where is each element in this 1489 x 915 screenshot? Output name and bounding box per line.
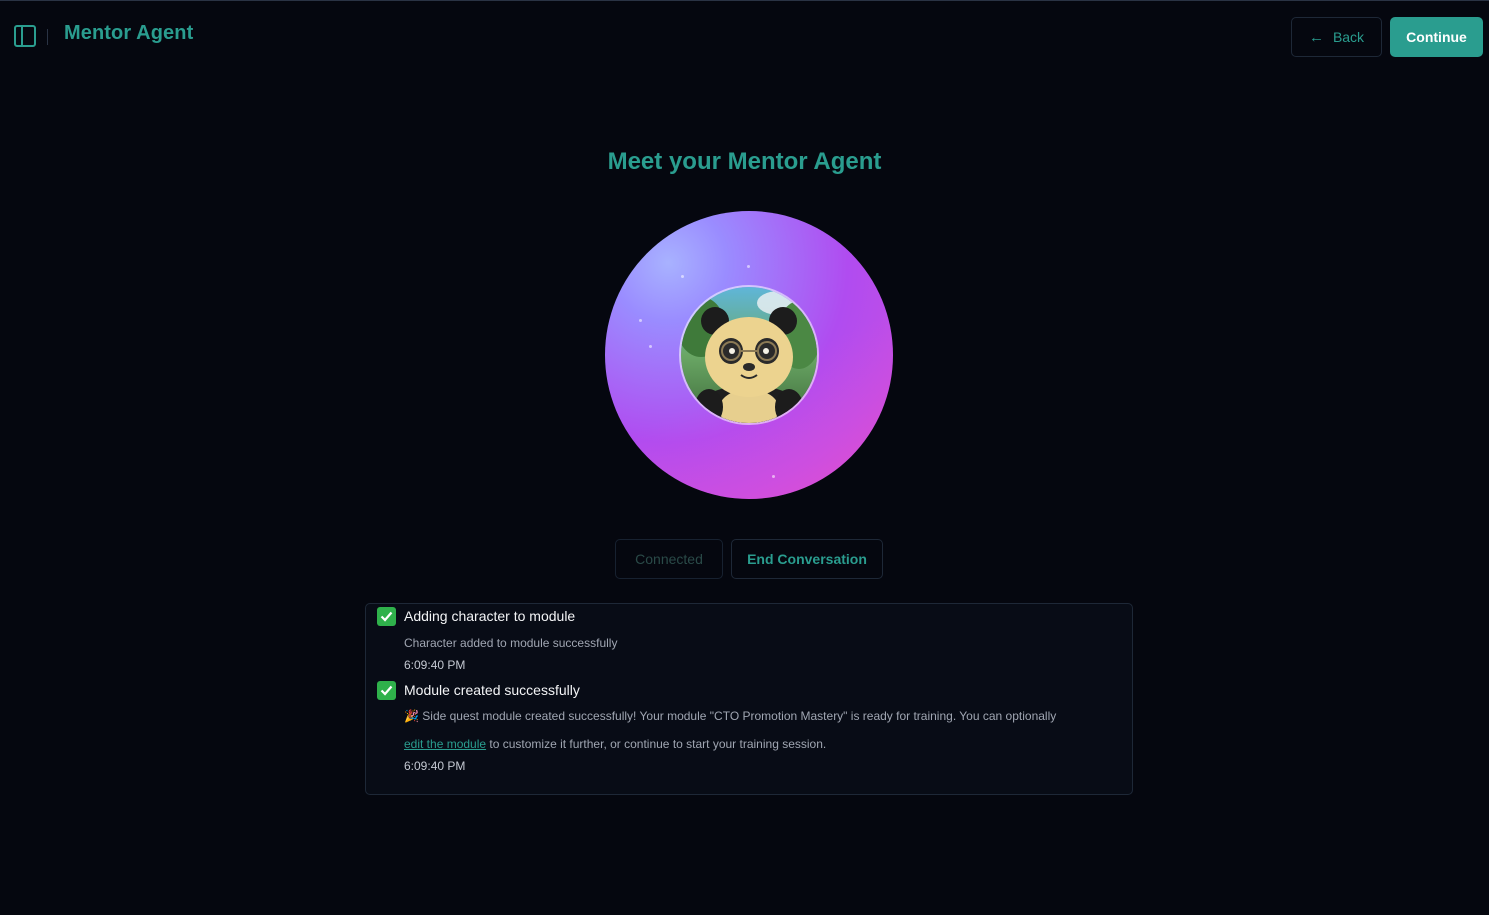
sparkle xyxy=(681,275,684,278)
app-title: Mentor Agent xyxy=(64,22,194,44)
activity-log: Adding character to module Character add… xyxy=(365,603,1133,795)
check-icon xyxy=(377,681,396,700)
sidebar-toggle-icon[interactable] xyxy=(14,25,36,47)
sparkle xyxy=(772,475,775,478)
check-icon xyxy=(377,607,396,626)
log-entry-title: Module created successfully xyxy=(404,682,580,698)
sparkle xyxy=(747,265,750,268)
log-entry-detail: Character added to module successfully xyxy=(404,636,618,650)
log-entry-time: 6:09:40 PM xyxy=(404,658,466,672)
header: Mentor Agent ← Back Continue xyxy=(0,1,1489,71)
agent-avatar xyxy=(679,285,819,425)
arrow-left-icon: ← xyxy=(1308,28,1324,46)
panda-portrait xyxy=(681,287,817,423)
continue-button[interactable]: Continue xyxy=(1390,17,1483,57)
edit-module-link[interactable]: edit the module xyxy=(404,737,486,751)
connected-status-button: Connected xyxy=(615,539,723,579)
end-conversation-button[interactable]: End Conversation xyxy=(731,539,883,579)
header-divider xyxy=(47,29,48,45)
back-button-label: Back xyxy=(1332,29,1365,45)
back-button[interactable]: ← Back xyxy=(1291,17,1382,57)
log-entry-detail-tail: to customize it further, or continue to … xyxy=(486,737,827,751)
log-entry-time: 6:09:40 PM xyxy=(404,759,466,773)
log-entry-detail-continued: edit the module to customize it further,… xyxy=(404,737,826,751)
log-entry-detail: 🎉 Side quest module created successfully… xyxy=(404,709,1057,723)
conversation-controls: Connected End Conversation xyxy=(615,539,883,579)
sparkle xyxy=(649,345,652,348)
log-entry-title: Adding character to module xyxy=(404,608,576,624)
sparkle xyxy=(639,319,642,322)
page-title: Meet your Mentor Agent xyxy=(607,148,882,175)
